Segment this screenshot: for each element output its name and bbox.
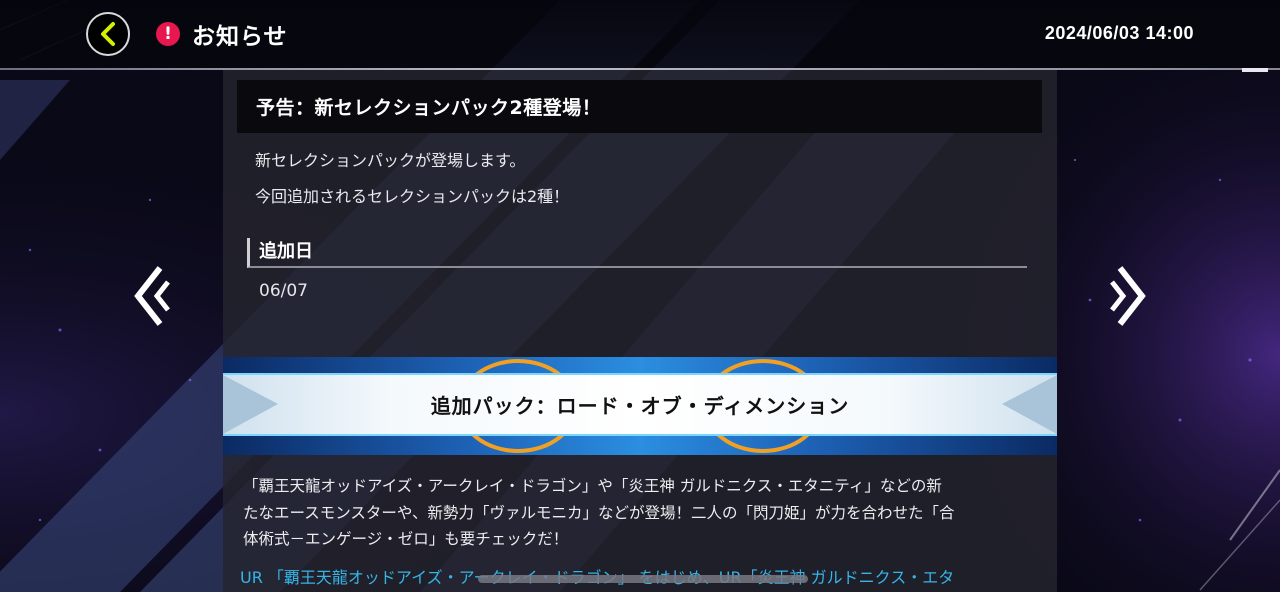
pack-description: 「覇王天龍オッドアイズ・アークレイ・ドラゴン」や「炎王神 ガルドニクス・エタニテ…	[243, 473, 1043, 553]
added-date-value: 06/07	[259, 281, 308, 301]
header-divider	[0, 68, 1280, 70]
section-heading-date: 追加日	[247, 238, 1027, 268]
description-line: 「覇王天龍オッドアイズ・アークレイ・ドラゴン」や「炎王神 ガルドニクス・エタニテ…	[243, 477, 942, 495]
header-divider-tick	[1242, 68, 1268, 72]
double-chevron-left-icon	[134, 266, 170, 326]
description-line: 体術式－エンゲージ・ゼロ」も要チェックだ！	[243, 530, 569, 548]
next-notice-button[interactable]	[1108, 264, 1148, 328]
page-title: お知らせ	[192, 24, 288, 50]
notice-panel[interactable]: 予告：新セレクションパック2種登場！ 新セレクションパックが登場します。 今回追…	[223, 70, 1057, 592]
intro-line: 新セレクションパックが登場します。	[255, 151, 526, 170]
top-bar: ! お知らせ 2024/06/03 14:00	[0, 0, 1280, 70]
notice-title: 予告：新セレクションパック2種登場！	[237, 80, 1042, 133]
pack-banner: 追加パック：ロード・オブ・ディメンション	[223, 357, 1057, 455]
description-line: たなエースモンスターや、新勢力「ヴァルモニカ」などが登場！二人の「閃刀姫」が力を…	[243, 503, 955, 522]
chevron-left-icon	[101, 22, 115, 46]
datetime-display: 2024/06/03 14:00	[1044, 23, 1194, 43]
double-chevron-right-icon	[1110, 266, 1146, 326]
banner-title: 追加パック：ロード・オブ・ディメンション	[430, 394, 850, 418]
prev-notice-button[interactable]	[132, 264, 172, 328]
alert-icon: !	[156, 22, 180, 46]
scroll-indicator[interactable]	[478, 575, 808, 583]
intro-line: 今回追加されるセレクションパックは2種！	[255, 187, 570, 206]
back-button[interactable]	[86, 12, 130, 56]
